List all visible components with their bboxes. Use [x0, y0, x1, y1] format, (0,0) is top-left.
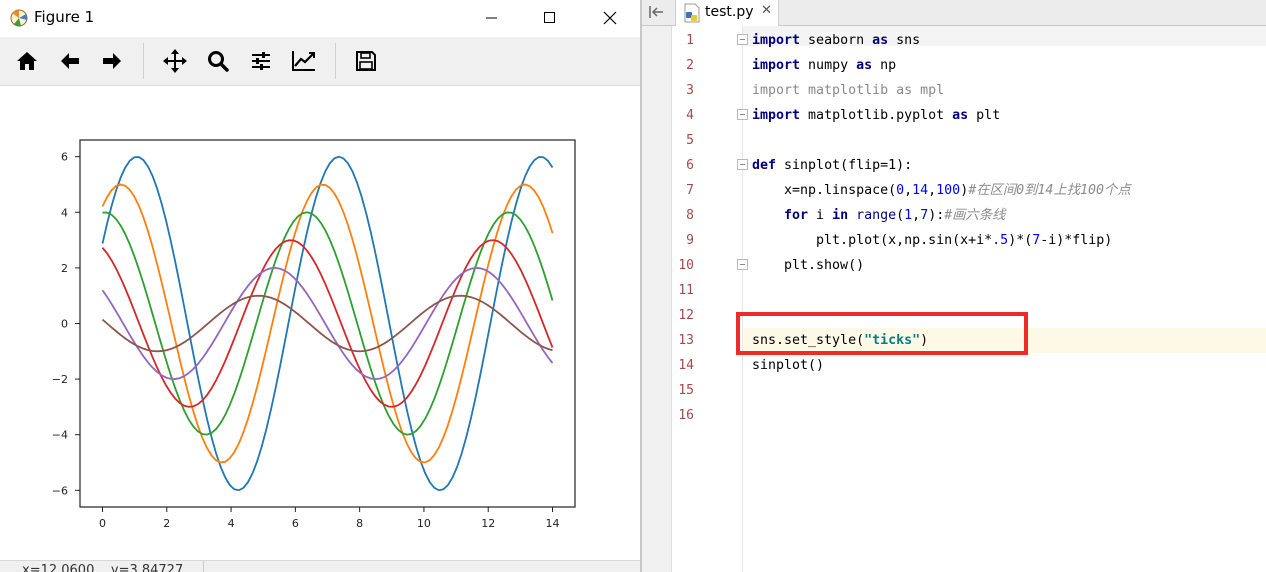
- line-number: 13: [678, 333, 694, 348]
- home-icon: [17, 52, 37, 70]
- line-number: 12: [678, 308, 694, 323]
- figure-window: Figure 1 0 2 4 6 8 10 12 14 −6 −4 −2 0 2…: [0, 0, 640, 572]
- line-number: 15: [678, 383, 694, 398]
- code-line-8: for i in range(1,7):#画六条线: [752, 208, 1006, 223]
- series-group: [101, 155, 554, 492]
- code-line-14: sinplot(): [752, 358, 825, 373]
- matplotlib-app-icon: [9, 8, 29, 28]
- code-line-3: import matplotlib as mpl: [752, 83, 945, 98]
- line-number: 16: [678, 408, 694, 423]
- forward-button[interactable]: [98, 47, 126, 75]
- line-number: 1: [686, 33, 694, 48]
- series-line-2: [101, 183, 554, 464]
- axes-frame: [79, 139, 576, 508]
- y-tick-label: −6: [52, 484, 68, 497]
- collapse-panel-button[interactable]: [646, 2, 668, 22]
- toolbar-separator: [143, 43, 144, 79]
- collapse-left-icon: [649, 6, 663, 18]
- x-tick-label: 8: [356, 517, 363, 530]
- series-line-5: [101, 266, 554, 381]
- line-number: 14: [678, 358, 694, 373]
- line-number: 3: [686, 83, 694, 98]
- line-number: 8: [686, 208, 694, 223]
- code-line-9: plt.plot(x,np.sin(x+i*.5)*(7-i)*flip): [752, 233, 1113, 248]
- line-number: 4: [686, 108, 694, 123]
- line-number: 7: [686, 183, 694, 198]
- code-line-7: x=np.linspace(0,14,100)#在区间0到14上找100个点: [752, 183, 1131, 198]
- save-button[interactable]: [352, 47, 380, 75]
- y-tick-label: −4: [52, 429, 68, 442]
- status-divider: [203, 561, 204, 572]
- y-tick-label: 6: [61, 151, 68, 164]
- code-line-1: import seaborn as sns: [752, 33, 921, 48]
- figure-toolbar: [0, 37, 640, 85]
- line-chart-icon: [292, 51, 315, 71]
- x-tick-label: 0: [99, 517, 106, 530]
- save-icon: [356, 51, 376, 71]
- editor-gutter: [642, 26, 672, 572]
- y-tick-label: 2: [61, 262, 68, 275]
- pan-button[interactable]: [161, 47, 189, 75]
- series-line-3: [102, 211, 554, 436]
- edit-axis-button[interactable]: [290, 47, 318, 75]
- y-tick-label: −2: [52, 373, 68, 386]
- python-file-icon: [683, 3, 701, 27]
- close-button[interactable]: [588, 4, 632, 32]
- x-tick-label: 2: [163, 517, 170, 530]
- minimize-button[interactable]: [470, 4, 514, 32]
- move-icon: [163, 49, 187, 73]
- line-number: 10: [678, 258, 694, 273]
- tab-test-py[interactable]: test.py ✕: [675, 0, 779, 26]
- forward-arrow-icon: [103, 53, 121, 69]
- toolbar-separator: [335, 43, 336, 79]
- plot-canvas[interactable]: 0 2 4 6 8 10 12 14 −6 −4 −2 0 2 4 6: [0, 86, 640, 560]
- line-number: 5: [686, 133, 694, 148]
- y-tick-label: 0: [61, 318, 68, 331]
- red-highlight-annotation: [736, 312, 1028, 355]
- code-line-10: plt.show(): [752, 258, 865, 273]
- figure-titlebar: Figure 1: [0, 0, 640, 36]
- line-number: 9: [686, 233, 694, 248]
- sliders-icon: [252, 52, 270, 70]
- series-line-4: [101, 239, 554, 408]
- code-line-2: import numpy as np: [752, 58, 897, 73]
- code-line-4: import matplotlib.pyplot as plt: [752, 108, 1001, 123]
- line-number: 11: [678, 283, 694, 298]
- series-line-6: [101, 294, 553, 353]
- line-number: 6: [686, 158, 694, 173]
- x-tick-label: 10: [417, 517, 431, 530]
- x-tick-label: 4: [228, 517, 235, 530]
- close-tab-icon[interactable]: ✕: [761, 3, 772, 18]
- back-arrow-icon: [61, 53, 79, 69]
- figure-title: Figure 1: [34, 8, 95, 26]
- line-numbers: 1 2 3 4 5 6 7 8 9 10 11 12 13 14 15 16: [672, 26, 743, 572]
- zoom-icon: [208, 51, 229, 72]
- back-button[interactable]: [56, 47, 84, 75]
- code-line-6: def sinplot(flip=1):: [752, 158, 913, 173]
- y-tick-label: 4: [61, 206, 68, 219]
- x-tick-label: 12: [481, 517, 495, 530]
- status-bar: x=12.0600 y=3.84727: [0, 560, 640, 572]
- configure-subplots-button[interactable]: [247, 47, 275, 75]
- code-editor: test.py ✕ 1 2 3 4 5 6 7 8 9 10 11 12 13 …: [642, 0, 1266, 572]
- maximize-button[interactable]: [528, 4, 572, 32]
- x-tick-label: 6: [292, 517, 299, 530]
- x-tick-label: 14: [546, 517, 560, 530]
- tab-label: test.py: [705, 4, 754, 20]
- line-number: 2: [686, 58, 694, 73]
- home-button[interactable]: [13, 47, 41, 75]
- editor-tab-bar: test.py ✕: [642, 0, 1266, 26]
- code-area[interactable]: import seaborn as sns import numpy as np…: [744, 26, 1266, 572]
- series-line-1: [101, 155, 554, 492]
- cursor-coordinates: x=12.0600 y=3.84727: [22, 563, 184, 572]
- zoom-button[interactable]: [204, 47, 232, 75]
